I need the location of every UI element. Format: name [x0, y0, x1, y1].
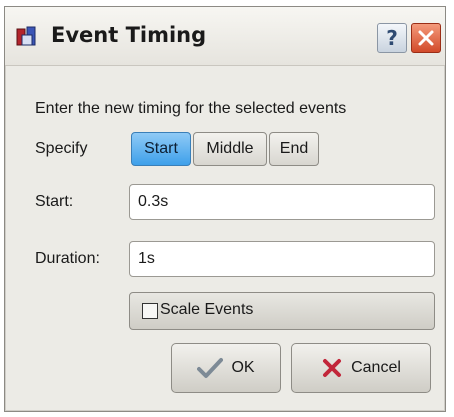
- specify-middle-button[interactable]: Middle: [193, 132, 267, 166]
- duration-label: Duration:: [35, 250, 100, 267]
- close-button[interactable]: [411, 23, 441, 53]
- scale-events-label: Scale Events: [160, 301, 254, 318]
- title-bar[interactable]: Event Timing ?: [5, 7, 445, 66]
- event-timing-dialog: Event Timing ? Enter the new timing for …: [4, 6, 446, 412]
- instruction-text: Enter the new timing for the selected ev…: [35, 100, 347, 117]
- specify-start-button[interactable]: Start: [131, 132, 191, 166]
- specify-end-label: End: [279, 140, 309, 157]
- help-icon: ?: [386, 26, 398, 50]
- specify-start-label: Start: [144, 140, 178, 157]
- scale-events-toggle[interactable]: Scale Events: [129, 292, 435, 330]
- scale-events-checkbox[interactable]: [142, 303, 158, 319]
- dialog-title: Event Timing: [51, 23, 207, 47]
- help-button[interactable]: ?: [377, 23, 407, 53]
- start-label: Start:: [35, 193, 74, 210]
- cancel-x-icon: [323, 359, 342, 377]
- ok-label: OK: [231, 359, 255, 376]
- film-app-icon: [16, 26, 36, 46]
- specify-label: Specify: [35, 140, 88, 157]
- close-icon: [418, 30, 434, 46]
- specify-middle-label: Middle: [206, 140, 254, 157]
- cancel-button[interactable]: Cancel: [291, 343, 431, 393]
- duration-field[interactable]: [129, 241, 435, 277]
- dialog-body: Enter the new timing for the selected ev…: [5, 66, 445, 411]
- ok-button[interactable]: OK: [171, 343, 281, 393]
- cancel-label: Cancel: [351, 359, 401, 376]
- ok-check-icon: [197, 358, 224, 378]
- start-field[interactable]: [129, 184, 435, 220]
- specify-end-button[interactable]: End: [269, 132, 319, 166]
